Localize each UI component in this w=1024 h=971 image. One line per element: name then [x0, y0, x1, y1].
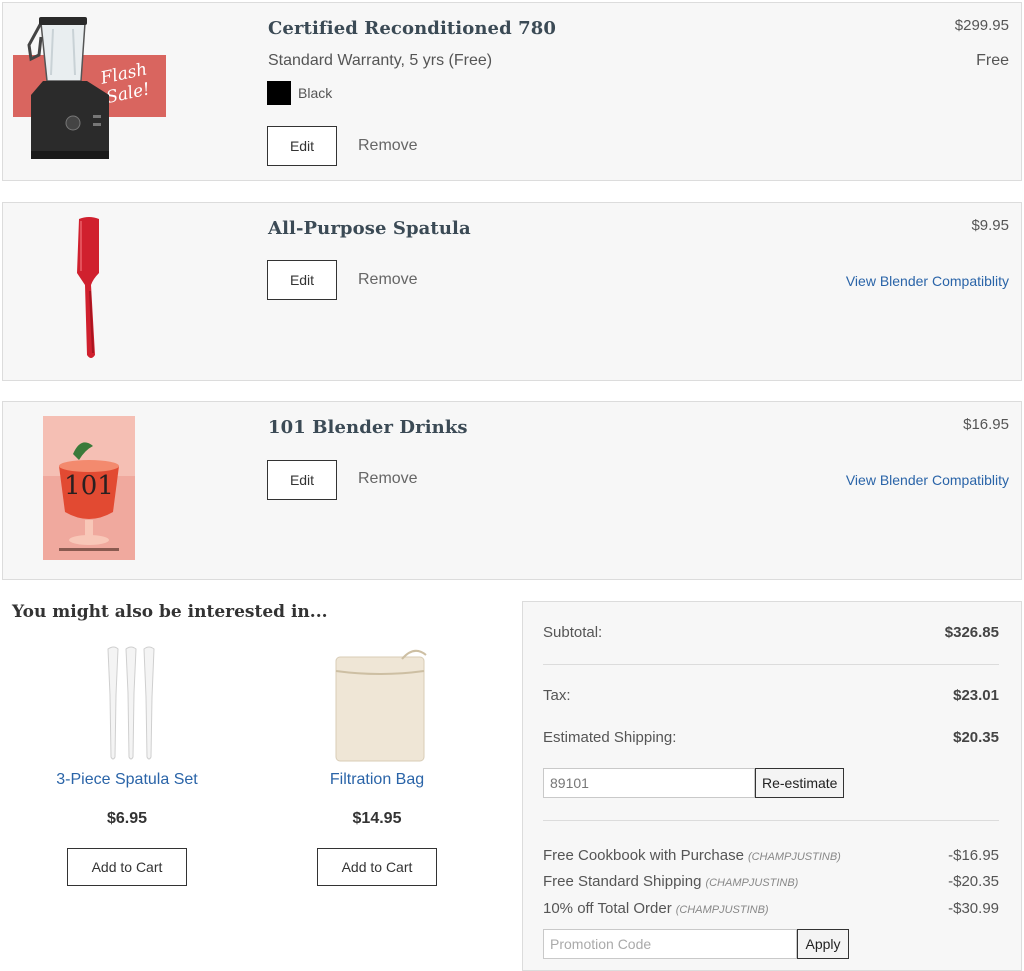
- product-title[interactable]: 101 Blender Drinks: [268, 417, 468, 438]
- cart-item: FlashSale! Certified Reconditioned 780 $…: [2, 2, 1022, 181]
- recommendation-price: $6.95: [106, 810, 148, 827]
- cart-item: 101 101 Blender Drinks $16.95 Edit Remov…: [2, 401, 1022, 580]
- tax-label: Tax:: [543, 687, 571, 704]
- shipping-value: $20.35: [953, 729, 999, 746]
- apply-promo-button[interactable]: Apply: [797, 929, 849, 959]
- subtotal-label: Subtotal:: [543, 624, 603, 641]
- re-estimate-button[interactable]: Re-estimate: [755, 768, 845, 798]
- remove-link[interactable]: Remove: [358, 137, 418, 155]
- recommendation-item: Filtration Bag $14.95: [262, 645, 492, 827]
- warranty-price: Free: [976, 52, 1009, 69]
- product-price: $299.95: [954, 17, 1009, 34]
- edit-button[interactable]: Edit: [267, 460, 337, 500]
- filtration-bag-image[interactable]: [262, 645, 492, 765]
- view-compatibility-link[interactable]: View Blender Compatiblity: [846, 472, 1009, 488]
- promotion-code-input[interactable]: [543, 929, 797, 959]
- remove-link[interactable]: Remove: [358, 271, 418, 289]
- recommendations-heading: You might also be interested in...: [12, 602, 328, 622]
- recommendation-name[interactable]: Filtration Bag: [262, 771, 492, 789]
- remove-link[interactable]: Remove: [358, 470, 418, 488]
- recommendation-name[interactable]: 3-Piece Spatula Set: [12, 771, 242, 789]
- tax-value: $23.01: [953, 687, 999, 704]
- subtotal-value: $326.85: [944, 624, 999, 641]
- discount-amount: -$16.95: [948, 847, 999, 864]
- product-title[interactable]: All-Purpose Spatula: [268, 218, 471, 239]
- blender-product-image: FlashSale!: [13, 15, 168, 165]
- recommendation-item: 3-Piece Spatula Set $6.95: [12, 645, 242, 827]
- discount-label: Free Cookbook with Purchase: [543, 847, 744, 864]
- discount-amount: -$30.99: [948, 900, 999, 917]
- cookbook-product-image: 101: [43, 416, 137, 562]
- color-swatch: [267, 81, 291, 105]
- zip-code-input[interactable]: [543, 768, 755, 798]
- order-summary: Subtotal: $326.85 Tax: $23.01 Estimated …: [522, 601, 1022, 971]
- divider: [543, 664, 999, 665]
- product-price: $16.95: [963, 416, 1009, 433]
- cart-item: All-Purpose Spatula $9.95 Edit Remove Vi…: [2, 202, 1022, 381]
- discount-code: (CHAMPJUSTINB): [747, 851, 841, 863]
- color-label: Black: [298, 85, 333, 101]
- add-to-cart-button[interactable]: Add to Cart: [317, 848, 437, 886]
- shipping-label: Estimated Shipping:: [543, 729, 677, 746]
- add-to-cart-button[interactable]: Add to Cart: [67, 848, 187, 886]
- edit-button[interactable]: Edit: [267, 260, 337, 300]
- product-title[interactable]: Certified Reconditioned 780: [268, 18, 556, 39]
- discount-amount: -$20.35: [948, 873, 999, 890]
- cover-title: 101: [64, 471, 114, 501]
- divider: [543, 820, 999, 821]
- view-compatibility-link[interactable]: View Blender Compatiblity: [846, 273, 1009, 289]
- edit-button[interactable]: Edit: [267, 126, 337, 166]
- discount-code: (CHAMPJUSTINB): [675, 904, 769, 916]
- discount-label: Free Standard Shipping: [543, 873, 702, 890]
- spatula-set-image[interactable]: [12, 645, 242, 765]
- product-price: $9.95: [971, 217, 1009, 234]
- discount-label: 10% off Total Order: [543, 900, 672, 917]
- warranty-text: Standard Warranty, 5 yrs (Free): [268, 52, 493, 69]
- recommendation-price: $14.95: [352, 810, 402, 827]
- discount-code: (CHAMPJUSTINB): [705, 877, 799, 889]
- spatula-product-image: [63, 215, 113, 365]
